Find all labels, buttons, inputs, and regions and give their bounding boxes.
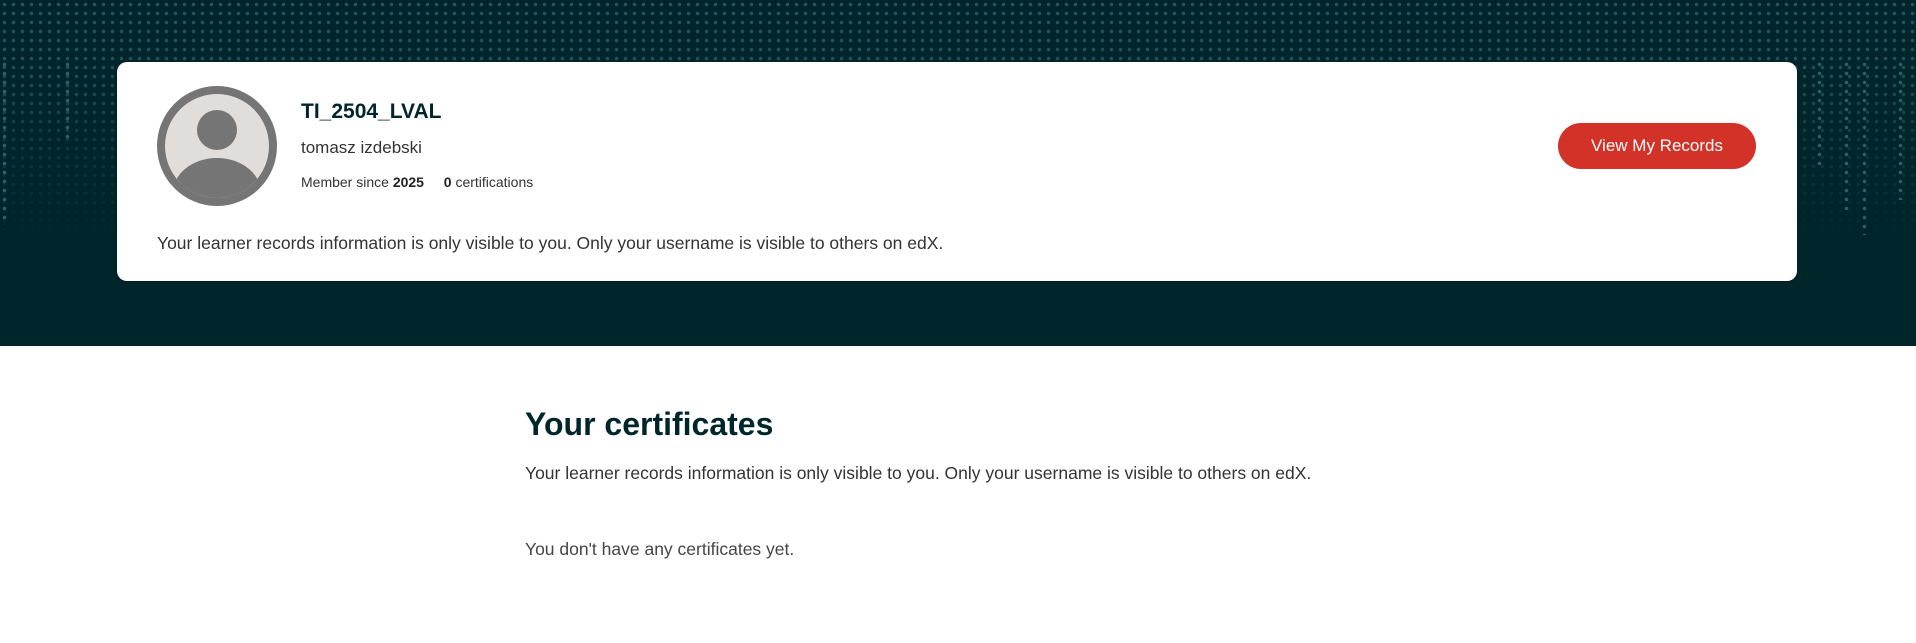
avatar-background [165,94,269,198]
member-since-label: Member since [301,174,389,190]
avatar-head-shape [197,110,237,150]
hero-dot-column [0,60,9,225]
certificates-description: Your learner records information is only… [525,463,1312,483]
profile-card: TI_2504_LVAL tomasz izdebski Member sinc… [117,62,1797,281]
avatar-body-shape [173,158,261,198]
member-since-year: 2025 [392,174,424,190]
hero-dot-column [63,60,72,140]
profile-username: TI_2504_LVAL [301,100,442,123]
view-my-records-button[interactable]: View My Records [1558,123,1756,169]
certifications-label: certifications [455,174,534,190]
profile-meta: Member since 2025 0 certifications [301,174,533,190]
hero-dot-column [1896,60,1905,200]
profile-full-name: tomasz izdebski [301,138,422,157]
certifications-count: 0 [443,174,452,190]
certificates-heading: Your certificates [525,406,774,442]
hero-dot-column [1860,60,1869,235]
hero-dot-column [1842,60,1851,210]
certificates-empty-message: You don't have any certificates yet. [525,539,795,559]
hero-dot-column [1815,60,1824,170]
default-user-avatar-icon [157,86,277,206]
privacy-note: Your learner records information is only… [157,233,944,253]
